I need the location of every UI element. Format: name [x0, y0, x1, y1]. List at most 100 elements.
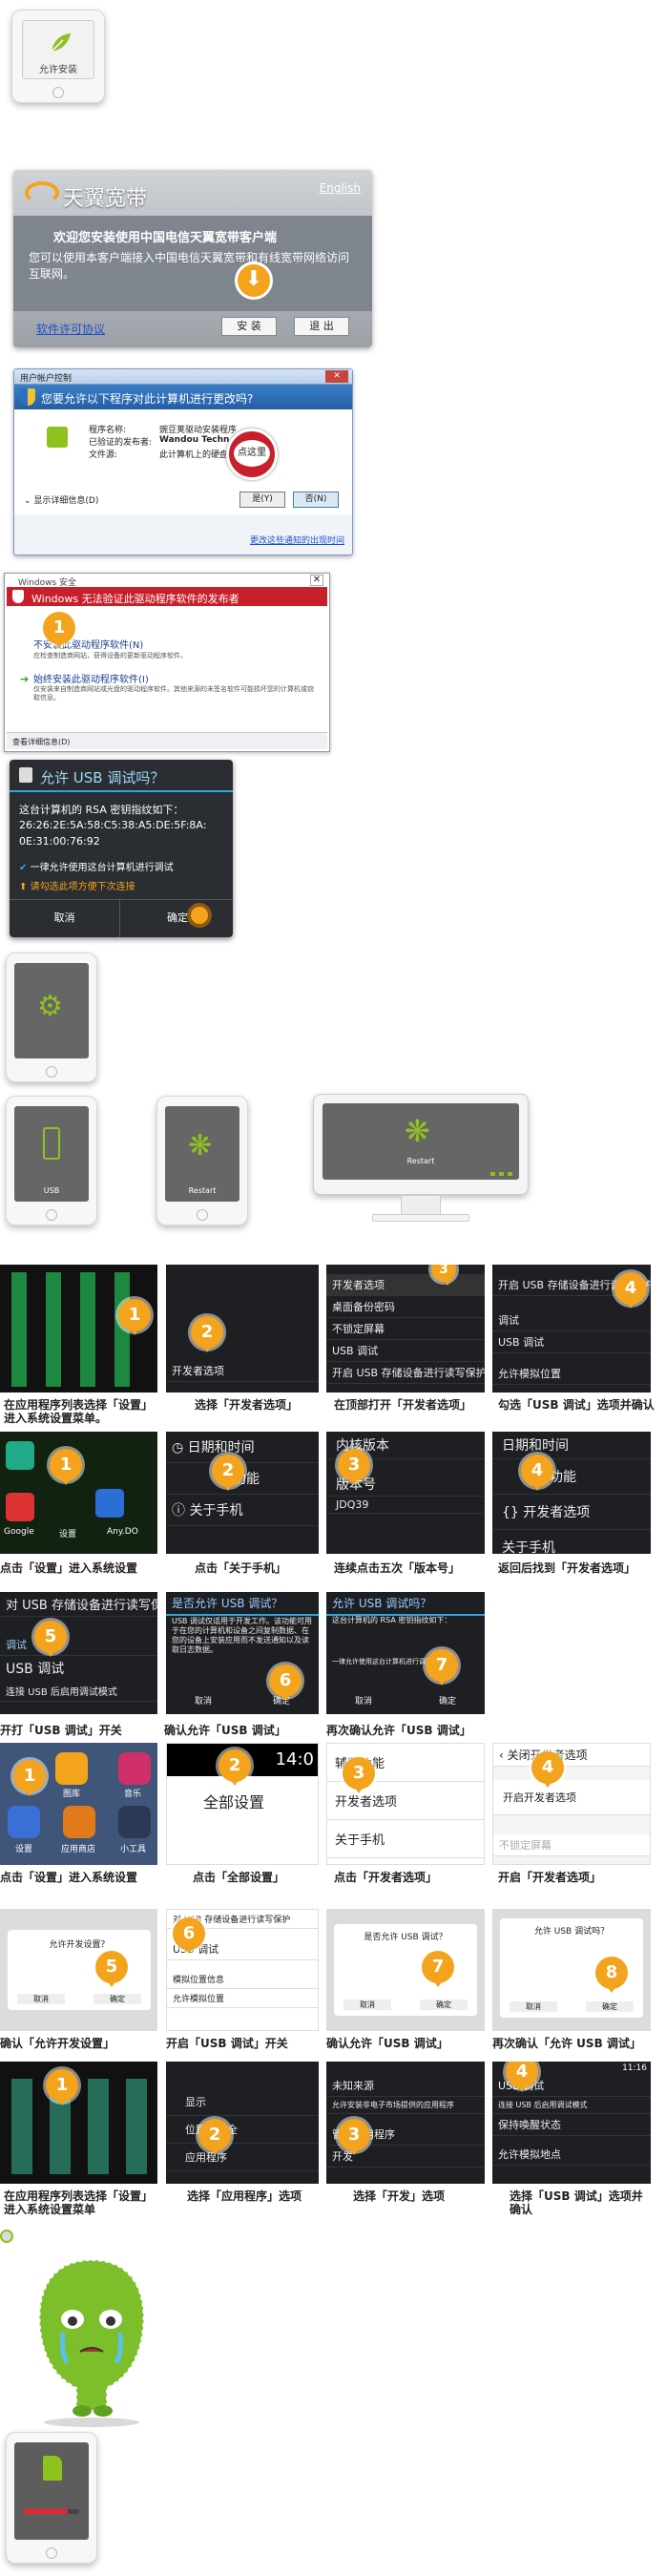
row4-s4-item[interactable]: 开启开发者选项	[493, 1780, 650, 1815]
program-name-label: 程序名称:	[89, 426, 127, 435]
row1-s3-item[interactable]: 桌面备份密码	[326, 1296, 485, 1318]
option-dont-install[interactable]: 不安装此驱动程序软件(N) 应检查制造商网站，获得设备的更新驱动程序软件。	[33, 637, 320, 660]
step-marker: 4	[614, 1272, 647, 1309]
program-name-value: 豌豆荚驱动安装程序	[159, 426, 238, 435]
publisher-value: Wandou Technology	[159, 435, 230, 445]
click-here-label: 点这里	[234, 440, 270, 467]
row2-s2-item[interactable]: ⓘ 关于手机	[166, 1495, 319, 1526]
row1-screen2: 开发者选项 2	[166, 1265, 319, 1393]
row1-s3-item[interactable]: 不锁定屏幕	[326, 1318, 485, 1340]
back-arrow-icon[interactable]: ‹	[499, 1749, 504, 1762]
license-link[interactable]: 软件许可协议	[36, 321, 105, 337]
row4-s4-item[interactable]: 不锁定屏幕	[493, 1834, 650, 1856]
row2-s4-item[interactable]: 功能	[492, 1459, 651, 1495]
step-marker: 1	[118, 1299, 151, 1335]
shield-icon	[20, 388, 35, 406]
row2-s2-item[interactable]: ◷ 日期和时间	[166, 1432, 319, 1463]
row4-caption4: 开启「开发者选项」	[498, 1871, 602, 1884]
row6-s3-item[interactable]: 未知来源	[326, 2075, 485, 2097]
row5-s2-item[interactable]: 允许模拟位置	[167, 1989, 318, 2008]
option-always-install[interactable]: 始终安装此驱动程序软件(I) 仅安装来自制造商网站或光盘的驱动程序软件。其他来源…	[33, 671, 320, 702]
always-allow-checkbox[interactable]: ✔ 一律允许使用这台计算机进行调试	[19, 859, 174, 873]
tianyi-welcome: 欢迎您安装使用中国电信天翼宽带客户端	[53, 231, 278, 245]
row6-s2-item[interactable]: 位置和安全	[166, 2116, 319, 2144]
row1-s2-item[interactable]: 开发者选项	[166, 1360, 319, 1382]
row1-s4-item[interactable]: 允许模拟位置	[492, 1363, 651, 1385]
details-toggle[interactable]: ⌄ 显示详细信息(D)	[24, 493, 98, 506]
usb-confirm-button[interactable]: 确定	[122, 899, 233, 937]
step-marker: 4	[521, 1455, 553, 1491]
no-button[interactable]: 否(N)	[293, 492, 339, 508]
row5-s3-title: 是否允许 USB 调试？	[364, 1933, 447, 1942]
row2-screen3: 内核版本 版本号 JDQ39 3	[326, 1432, 485, 1554]
row6-s4-item[interactable]: 允许模拟地点	[492, 2144, 651, 2166]
row1-s3-item[interactable]: 开启 USB 存储设备进行读写保护	[326, 1362, 485, 1384]
app-icon	[55, 1752, 88, 1785]
row2-screen2: ◷ 日期和时间 功能 ⓘ 关于手机 2	[166, 1432, 319, 1554]
row5-s3-dialog: 是否允许 USB 调试？ 取消 确定	[334, 1924, 477, 2016]
row2-s3-item: JDQ39	[326, 1497, 485, 1514]
row5-s1-ok[interactable]: 确定	[94, 1994, 141, 2004]
row4-caption1: 点击「设置」进入系统设置	[0, 1871, 138, 1884]
row6-s2-item[interactable]: 显示	[166, 2088, 319, 2116]
english-link[interactable]: English	[320, 181, 361, 195]
row2-s4-item[interactable]: {} 开发者选项	[492, 1495, 651, 1530]
row1-s3-item[interactable]: USB 调试	[326, 1340, 485, 1362]
app-icon	[63, 1806, 95, 1838]
row4-s3-item[interactable]: 关于手机	[327, 1820, 484, 1858]
sd-card-phone	[6, 2432, 97, 2564]
row3-s1-item[interactable]: USB 调试	[0, 1656, 157, 1681]
rsa-fingerprint-1: 26:26:2E:5A:58:C5:38:A5:DE:5F:8A:	[19, 819, 207, 831]
row4-s2-title[interactable]: 全部设置	[203, 1790, 264, 1812]
row5-caption3: 确认允许「USB 调试」	[326, 2037, 448, 2050]
step-marker: 5	[34, 1621, 67, 1657]
monitor-restart-label: Restart	[406, 1157, 435, 1165]
row3-caption1: 开打「USB 调试」开关	[0, 1724, 122, 1737]
uac-dialog: 用户帐户控制 ✕ 您要允许以下程序对此计算机进行更改吗? 程序名称: 豌豆荚驱动…	[13, 368, 353, 555]
row1-caption3: 在顶部打开「开发者选项」	[334, 1398, 472, 1412]
close-icon[interactable]: ✕	[325, 370, 348, 383]
usb-cancel-button[interactable]: 取消	[10, 899, 120, 937]
app-icon	[6, 1441, 34, 1470]
row3-s3-always[interactable]: 一律允许使用这台计算机进行调试	[332, 1657, 432, 1666]
row3-s1-item[interactable]: 对 USB 存储设备进行读写保护	[0, 1592, 157, 1617]
monitor: ❋ Restart	[313, 1094, 529, 1233]
row6-s4-item[interactable]: 保持唤醒状态	[492, 2114, 651, 2136]
row3-s3-ok[interactable]: 确定	[439, 1694, 456, 1707]
install-button[interactable]: 安 装	[221, 317, 277, 336]
restart-phone: ❋ Restart	[156, 1096, 248, 1225]
always-allow-label: 一律允许使用这台计算机进行调试	[30, 863, 174, 873]
row5-s3-cancel[interactable]: 取消	[343, 2000, 391, 2010]
row6-screen3: 未知来源 允许安装非电子市场提供的应用程序 管理应用程序 开发 3	[326, 2062, 485, 2184]
close-icon[interactable]: ✕	[310, 575, 323, 586]
yes-button[interactable]: 是(Y)	[239, 492, 285, 508]
arrow-right-icon: ➔	[20, 673, 30, 685]
row5-s4-cancel[interactable]: 取消	[510, 2001, 557, 2012]
uac-settings-link[interactable]: 更改这些通知的出现时间	[250, 534, 344, 546]
row5-s4-ok[interactable]: 确定	[586, 2001, 634, 2012]
row4-caption3: 点击「开发者选项」	[334, 1871, 438, 1884]
step-marker: 2	[198, 2119, 231, 2155]
sd-card-icon	[43, 2456, 62, 2481]
row6-s2-item[interactable]: 应用程序	[166, 2144, 319, 2171]
icon-label: 小工具	[120, 1845, 147, 1854]
small-mascot-icon	[0, 2230, 13, 2243]
row3-s3-cancel[interactable]: 取消	[355, 1694, 372, 1707]
uac-titlebar: 用户帐户控制 ✕	[14, 369, 352, 385]
winsec-details[interactable]: 查看详细信息(D)	[12, 737, 70, 747]
row5-s3-ok[interactable]: 确定	[420, 2000, 468, 2010]
row4-screen4: ‹ 关闭开发者选项 开启开发者选项 不锁定屏幕 4	[492, 1743, 651, 1865]
row2-s4-item[interactable]: 关于手机	[492, 1530, 651, 1554]
step-marker: 2	[212, 1455, 244, 1491]
option-dont-install-title: 不安装此驱动程序软件(N)	[33, 640, 144, 651]
exit-button[interactable]: 退 出	[294, 317, 349, 336]
row3-s3-body: 这台计算机的 RSA 密钥指纹如下：	[332, 1616, 452, 1624]
monitor-screen: ❋ Restart	[323, 1103, 519, 1180]
row5-s2-item[interactable]: 模拟位置信息	[167, 1970, 318, 1989]
usb-debug-title: 允许 USB 调试吗？	[40, 769, 165, 786]
row3-s2-cancel[interactable]: 取消	[195, 1694, 212, 1707]
row1-s4-item[interactable]: USB 调试	[492, 1331, 651, 1353]
row3-screen2: 是否允许 USB 调试？ USB 调试仅适用于开发工作。该功能可用于在您的计算机…	[166, 1592, 319, 1714]
row5-s1-cancel[interactable]: 取消	[17, 1994, 65, 2004]
row2-s4-item[interactable]: 日期和时间	[492, 1432, 651, 1459]
